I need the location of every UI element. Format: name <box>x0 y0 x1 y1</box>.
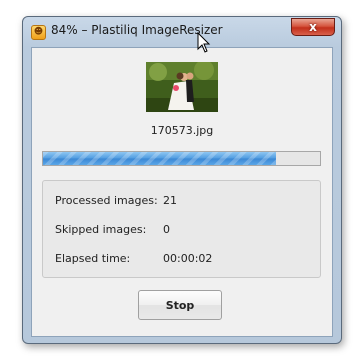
skipped-value: 0 <box>163 223 170 236</box>
stop-button[interactable]: Stop <box>138 290 222 320</box>
progress-dialog: ☻ 84% – Plastiliq ImageResizer x 170573.… <box>22 16 342 344</box>
stat-row-elapsed: Elapsed time: 00:00:02 <box>43 252 320 268</box>
processed-value: 21 <box>163 194 177 207</box>
stat-row-skipped: Skipped images: 0 <box>43 223 320 239</box>
elapsed-label: Elapsed time: <box>55 252 131 265</box>
progress-bar <box>42 151 321 166</box>
dialog-content: 170573.jpg Processed images: 21 Skipped … <box>31 47 333 337</box>
mouse-cursor-icon <box>197 32 211 53</box>
stat-row-processed: Processed images: 21 <box>43 194 320 210</box>
photo-thumbnail-image <box>146 62 218 112</box>
close-button[interactable]: x <box>291 18 335 36</box>
elapsed-value: 00:00:02 <box>163 252 213 265</box>
skipped-label: Skipped images: <box>55 223 147 236</box>
file-name: 170573.jpg <box>150 124 214 137</box>
title-bar[interactable]: ☻ 84% – Plastiliq ImageResizer x <box>23 17 341 47</box>
processed-label: Processed images: <box>55 194 158 207</box>
photo-thumbnail <box>146 62 218 112</box>
progress-fill <box>43 152 276 165</box>
stats-panel: Processed images: 21 Skipped images: 0 E… <box>42 180 321 278</box>
smiley-icon: ☻ <box>31 25 46 40</box>
close-icon: x <box>309 20 317 34</box>
